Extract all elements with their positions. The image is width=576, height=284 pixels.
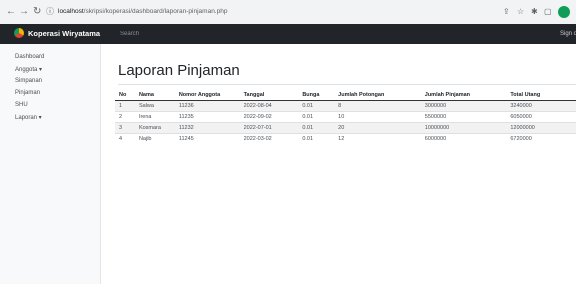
table-row: 2 Irena 11235 2022-09-02 0.01 10 5500000…	[115, 111, 576, 123]
sign-out-link[interactable]: Sign out	[560, 28, 576, 40]
cell-nomor-anggota: 11232	[174, 122, 240, 134]
top-navbar: Koperasi Wiryatama Sign out	[0, 24, 576, 44]
info-icon[interactable]: ⓘ	[46, 5, 54, 19]
column-header-jumlah-potongan: Jumlah Potongan	[334, 90, 421, 101]
cell-bunga: 0.01	[298, 133, 335, 144]
sidepanel-icon[interactable]: ▢	[544, 5, 552, 19]
sidebar-item-dashboard[interactable]: Dashboard	[15, 54, 44, 60]
table-row: 1 Salwa 11236 2022-08-04 0.01 8 3000000 …	[115, 100, 576, 112]
cell-tanggal: 2022-09-02	[239, 111, 299, 123]
cell-total-utang: 6050000	[506, 111, 576, 123]
cell-nomor-anggota: 11236	[174, 100, 240, 112]
url-host: localhost	[58, 8, 84, 15]
column-header-no: No	[115, 90, 135, 101]
cell-jumlah-pinjaman: 5500000	[420, 111, 507, 123]
cell-nama: Kosmara	[134, 122, 175, 134]
page-title: Laporan Pinjaman	[118, 62, 240, 79]
cell-total-utang: 12000000	[506, 122, 576, 134]
cell-bunga: 0.01	[298, 100, 335, 112]
cell-nama: Salwa	[134, 100, 175, 112]
brand-label: Koperasi Wiryatama	[28, 29, 101, 38]
sidebar: Dashboard Anggota ▾ Simpanan Pinjaman SH…	[0, 44, 101, 284]
cell-tanggal: 2022-08-04	[239, 100, 299, 112]
cell-total-utang: 3240000	[506, 100, 576, 112]
cell-no: 3	[115, 122, 135, 134]
loan-report-table: No Nama Nomor Anggota Tanggal Bunga Juml…	[115, 90, 576, 144]
table-header-row: No Nama Nomor Anggota Tanggal Bunga Juml…	[115, 90, 576, 101]
sidebar-item-anggota[interactable]: Anggota ▾	[15, 66, 42, 73]
star-icon[interactable]: ☆	[517, 5, 524, 19]
column-header-total-utang: Total Utang	[506, 90, 576, 101]
cell-nomor-anggota: 11235	[174, 111, 240, 123]
address-bar[interactable]: localhost/skripsi/koperasi/dashboard/lap…	[58, 5, 227, 19]
cell-jumlah-pinjaman: 10000000	[420, 122, 507, 134]
cell-jumlah-potongan: 8	[334, 100, 421, 112]
cell-jumlah-pinjaman: 3000000	[420, 100, 507, 112]
reload-icon[interactable]: ↻	[33, 5, 41, 19]
cell-jumlah-pinjaman: 6000000	[420, 133, 507, 144]
table-row: 4 Najib 11245 2022-03-02 0.01 12 6000000…	[115, 133, 576, 144]
cell-jumlah-potongan: 20	[334, 122, 421, 134]
column-header-tanggal: Tanggal	[239, 90, 299, 101]
cell-no: 4	[115, 133, 135, 144]
extensions-icon[interactable]: ✱	[531, 5, 538, 19]
back-icon[interactable]: ←	[6, 5, 16, 19]
column-header-bunga: Bunga	[298, 90, 335, 101]
url-path: /skripsi/koperasi/dashboard/laporan-pinj…	[83, 8, 228, 15]
cell-no: 1	[115, 100, 135, 112]
column-header-nomor-anggota: Nomor Anggota	[174, 90, 240, 101]
brand-link[interactable]: Koperasi Wiryatama	[14, 28, 100, 40]
column-header-jumlah-pinjaman: Jumlah Pinjaman	[420, 90, 507, 101]
cell-bunga: 0.01	[298, 122, 335, 134]
search-input[interactable]	[118, 28, 542, 40]
cell-jumlah-potongan: 10	[334, 111, 421, 123]
forward-icon[interactable]: →	[19, 5, 29, 19]
cell-tanggal: 2022-07-01	[239, 122, 299, 134]
cell-nomor-anggota: 11245	[174, 133, 240, 144]
table-row: 3 Kosmara 11232 2022-07-01 0.01 20 10000…	[115, 122, 576, 134]
column-header-nama: Nama	[134, 90, 175, 101]
share-icon[interactable]: ⇪	[503, 5, 510, 19]
cell-bunga: 0.01	[298, 111, 335, 123]
cell-no: 2	[115, 111, 135, 123]
browser-toolbar: ← → ↻ ⓘ localhost/skripsi/koperasi/dashb…	[0, 0, 576, 25]
title-divider	[118, 84, 576, 85]
cell-total-utang: 6720000	[506, 133, 576, 144]
cell-nama: Irena	[134, 111, 175, 123]
cell-nama: Najib	[134, 133, 175, 144]
cell-jumlah-potongan: 12	[334, 133, 421, 144]
cell-tanggal: 2022-03-02	[239, 133, 299, 144]
sidebar-item-simpanan[interactable]: Simpanan	[15, 78, 42, 84]
profile-avatar[interactable]	[558, 6, 570, 18]
sidebar-item-laporan[interactable]: Laporan ▾	[15, 114, 42, 121]
sidebar-item-pinjaman[interactable]: Pinjaman	[15, 90, 40, 96]
sidebar-item-shu[interactable]: SHU	[15, 102, 28, 108]
logo-icon	[14, 28, 24, 38]
